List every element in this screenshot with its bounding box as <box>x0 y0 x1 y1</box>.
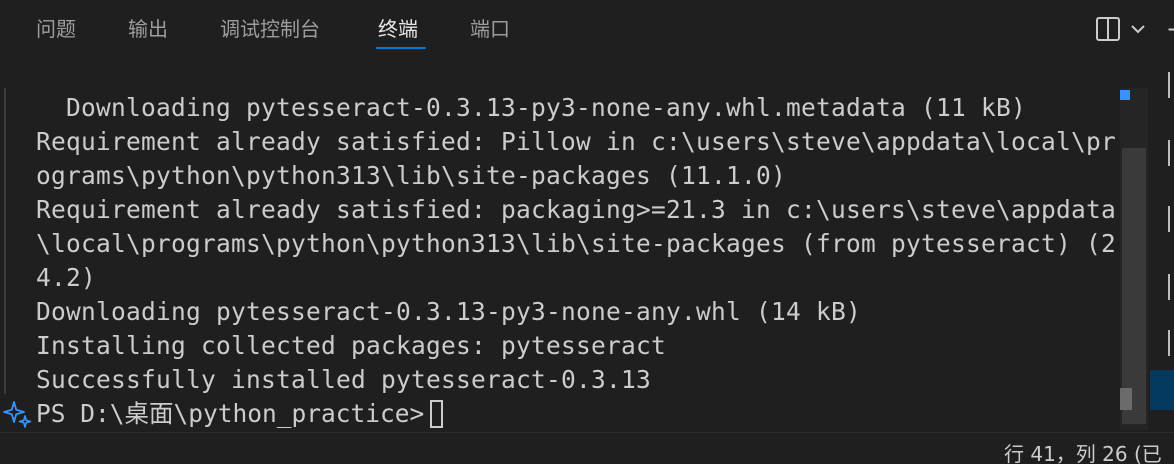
terminal-instance-icon[interactable] <box>1168 206 1174 232</box>
tab-ports[interactable]: 端口 <box>470 16 510 42</box>
terminal-line: Downloading pytesseract-0.3.13-py3-none-… <box>36 297 862 326</box>
tab-terminal[interactable]: 终端 <box>378 16 418 42</box>
split-panel-icon <box>1096 17 1120 41</box>
active-tab-indicator <box>376 47 426 49</box>
terminal-gutter <box>4 88 6 394</box>
tab-problems[interactable]: 问题 <box>36 16 76 42</box>
sparkle-icon[interactable] <box>3 399 33 429</box>
terminal-instance-icon[interactable] <box>1168 330 1174 356</box>
status-bar: 行 41，列 26 (已 <box>0 432 1174 464</box>
terminal-line: Successfully installed pytesseract-0.3.1… <box>36 365 652 394</box>
terminal-list-strip[interactable] <box>1150 60 1174 440</box>
terminal-scrollbar[interactable] <box>1120 88 1148 430</box>
terminal-line: ograms\python\python313\lib\site-package… <box>36 161 787 190</box>
tab-output[interactable]: 输出 <box>128 16 168 42</box>
split-terminal-button[interactable] <box>1094 14 1150 44</box>
terminal-line: 4.2) <box>36 263 97 292</box>
terminal-line: Installing collected packages: pytessera… <box>36 331 667 360</box>
scrollbar-thumb[interactable] <box>1122 148 1146 424</box>
terminal-line: Requirement already satisfied: packaging… <box>36 195 1117 224</box>
terminal-line: \local\programs\python\python313\lib\sit… <box>36 229 1117 258</box>
tab-debug-console[interactable]: 调试控制台 <box>220 16 320 42</box>
terminal-instance-icon[interactable] <box>1168 140 1174 166</box>
prompt-text: PS D:\桌面\python_practice> <box>36 399 425 428</box>
chevron-down-icon[interactable] <box>1128 19 1148 39</box>
scrollbar-marker <box>1120 388 1132 410</box>
terminal-line: Requirement already satisfied: Pillow in… <box>36 127 1117 156</box>
terminal-cursor <box>430 400 444 428</box>
scrollbar-marker <box>1120 90 1130 100</box>
panel-tab-bar: 问题 输出 调试控制台 终端 端口 + <box>0 0 1174 60</box>
terminal-instance-icon[interactable] <box>1168 274 1174 300</box>
cursor-position-status[interactable]: 行 41，列 26 (已 <box>1004 441 1162 464</box>
terminal-instance-icon[interactable] <box>1168 72 1174 98</box>
terminal-output: Downloading pytesseract-0.3.13-py3-none-… <box>36 91 1116 397</box>
terminal-line: Downloading pytesseract-0.3.13-py3-none-… <box>36 93 1027 122</box>
terminal-instance-active[interactable] <box>1150 370 1174 410</box>
new-terminal-button[interactable]: + <box>1166 16 1174 42</box>
terminal-prompt[interactable]: PS D:\桌面\python_practice> <box>36 397 444 431</box>
terminal-view[interactable]: Downloading pytesseract-0.3.13-py3-none-… <box>0 60 1120 432</box>
